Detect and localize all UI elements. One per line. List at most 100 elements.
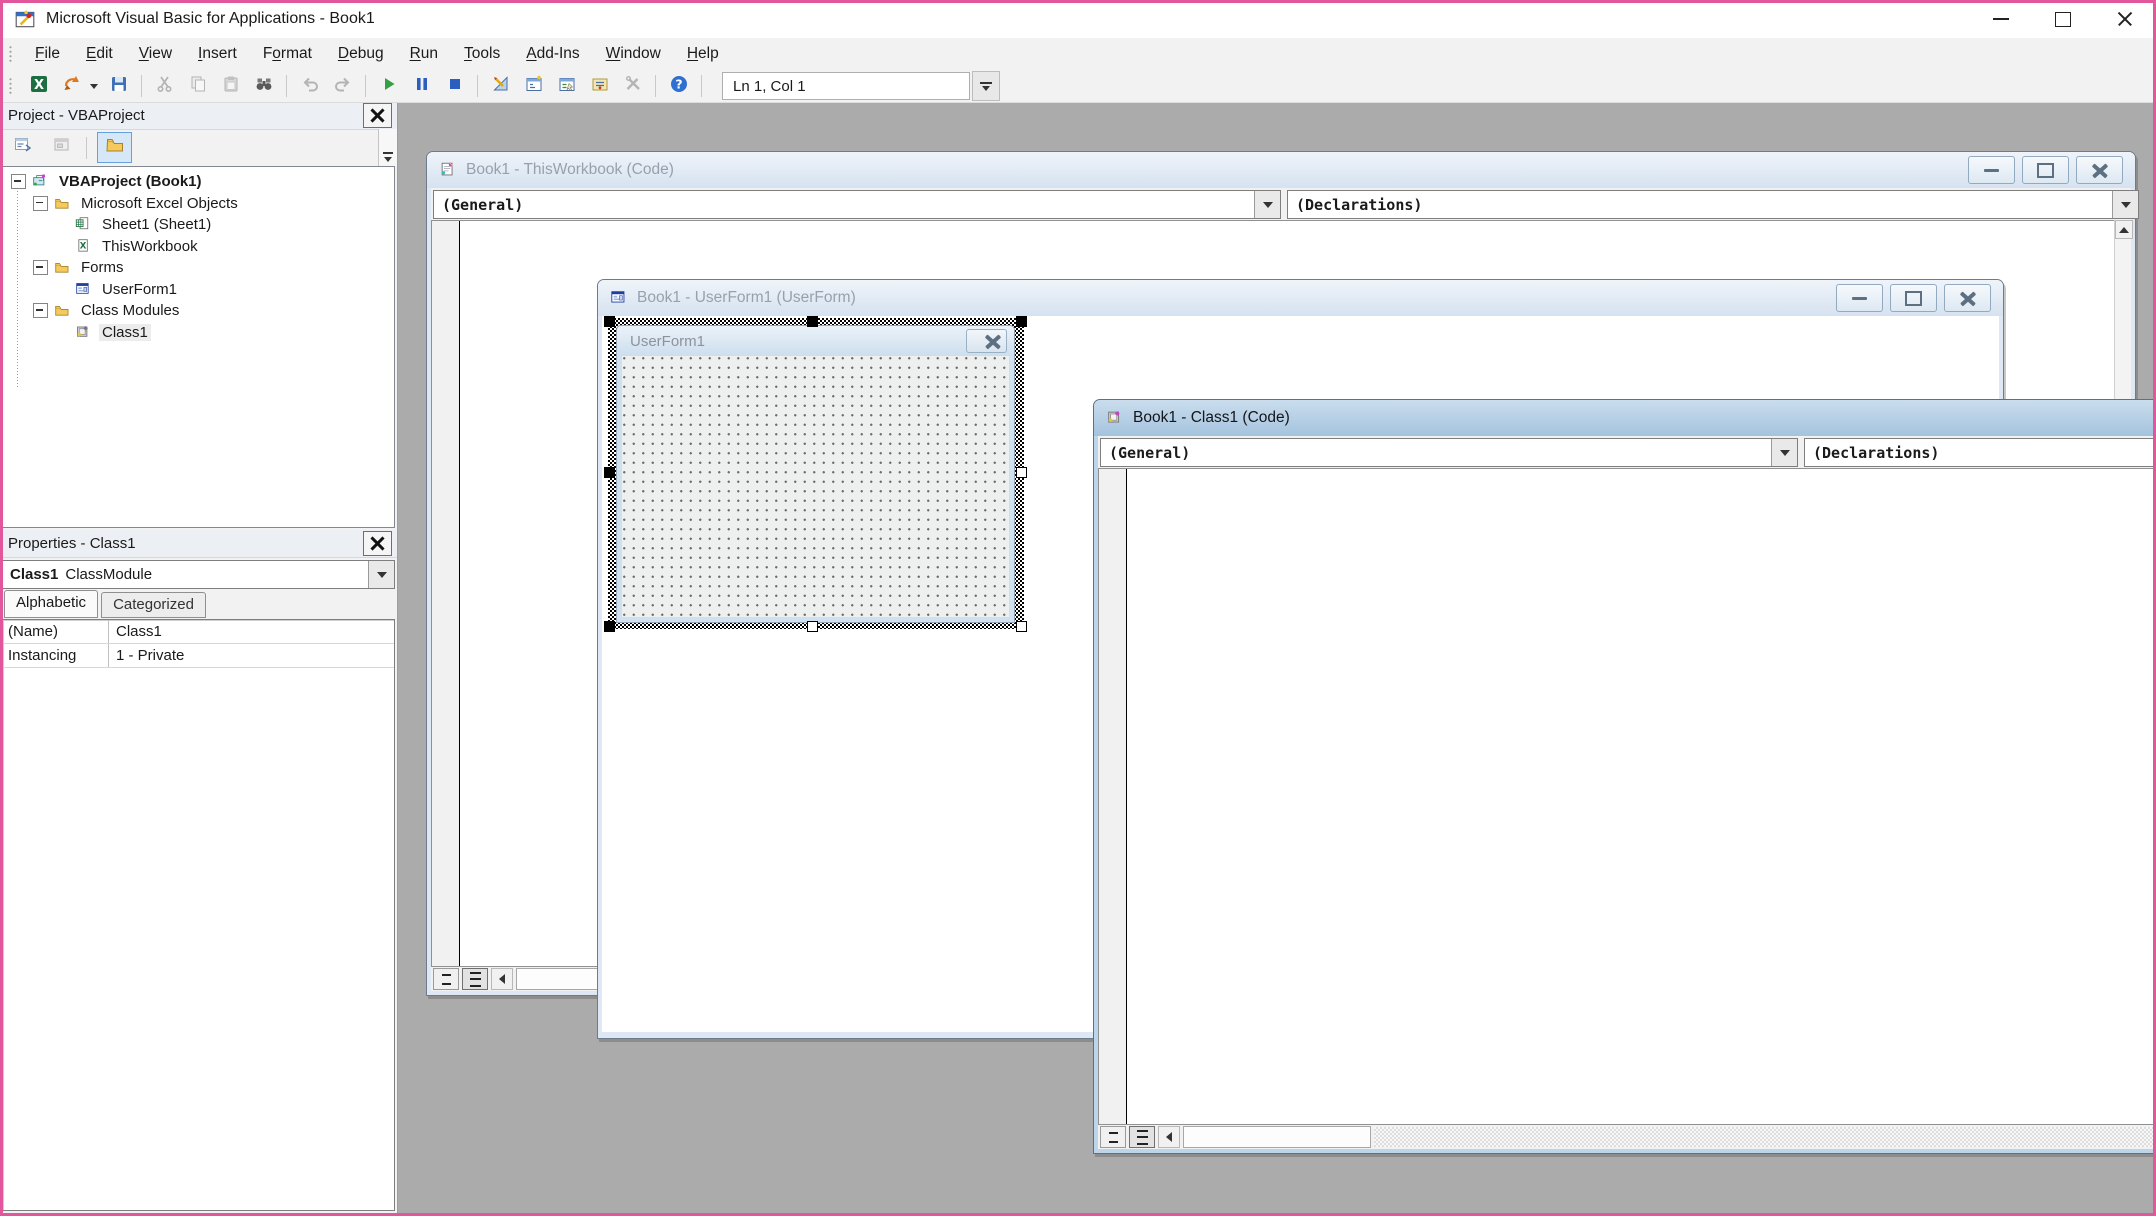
menu-item-view[interactable]: View bbox=[126, 38, 185, 70]
tree-expander-icon[interactable] bbox=[33, 196, 48, 211]
menu-item-file[interactable]: File bbox=[22, 38, 73, 70]
menu-item-debug[interactable]: Debug bbox=[325, 38, 397, 70]
dropdown-arrow-button[interactable] bbox=[368, 561, 394, 588]
tree-item-sheet1-sheet1[interactable]: Sheet1 (Sheet1) bbox=[3, 214, 394, 236]
help-button[interactable]: ? bbox=[665, 73, 692, 99]
toolbox-button[interactable] bbox=[619, 73, 646, 99]
reset-button[interactable] bbox=[441, 73, 468, 99]
resize-handle-bottom-center[interactable] bbox=[807, 621, 818, 632]
tree-item-forms[interactable]: Forms bbox=[3, 257, 394, 279]
resize-handle-middle-left[interactable] bbox=[604, 467, 615, 478]
tree-item-class1[interactable]: Class1 bbox=[3, 322, 394, 344]
procedure-view-button[interactable] bbox=[433, 968, 459, 990]
project-toolbar-overflow-button[interactable] bbox=[378, 129, 397, 166]
thisworkbook-close-button[interactable] bbox=[2076, 156, 2123, 184]
tab-categorized[interactable]: Categorized bbox=[101, 592, 206, 618]
userform-close-button[interactable] bbox=[1944, 284, 1991, 312]
resize-handle-top-right[interactable] bbox=[1016, 316, 1027, 327]
tree-expander-icon[interactable] bbox=[33, 303, 48, 318]
find-button[interactable] bbox=[250, 73, 277, 99]
redo-button[interactable] bbox=[329, 73, 356, 99]
menu-item-window[interactable]: Window bbox=[593, 38, 674, 70]
userform-canvas[interactable]: UserForm1 bbox=[616, 325, 1015, 623]
paste-button[interactable] bbox=[217, 73, 244, 99]
copy-button[interactable] bbox=[184, 73, 211, 99]
property-row-instancing[interactable]: Instancing1 - Private bbox=[3, 644, 394, 668]
menubar-grip-handle[interactable] bbox=[8, 45, 13, 63]
run-button[interactable] bbox=[375, 73, 402, 99]
resize-handle-bottom-right[interactable] bbox=[1016, 621, 1027, 632]
userform-canvas-close-button[interactable] bbox=[966, 329, 1007, 353]
tree-item-vbaproject-book1[interactable]: VBAProject (Book1) bbox=[3, 171, 394, 193]
project-panel-header[interactable]: Project - VBAProject bbox=[0, 102, 397, 130]
full-module-view-button[interactable] bbox=[462, 968, 488, 990]
userform-minimize-button[interactable] bbox=[1836, 284, 1883, 312]
tree-expander-icon[interactable] bbox=[33, 260, 48, 275]
resize-handle-middle-right[interactable] bbox=[1016, 467, 1027, 478]
object-browser-button[interactable] bbox=[586, 73, 613, 99]
project-explorer-button[interactable] bbox=[520, 73, 547, 99]
userform-canvas-titlebar[interactable]: UserForm1 bbox=[617, 326, 1014, 356]
scrollbar-track[interactable] bbox=[1374, 1127, 2156, 1147]
toolbar-options-button[interactable] bbox=[972, 71, 1000, 101]
menu-item-add-ins[interactable]: Add-Ins bbox=[513, 38, 592, 70]
resize-handle-top-center[interactable] bbox=[807, 316, 818, 327]
thisworkbook-titlebar[interactable]: Book1 - ThisWorkbook (Code) bbox=[427, 152, 2135, 188]
scroll-left-button[interactable] bbox=[491, 968, 513, 990]
properties-window-button[interactable] bbox=[553, 73, 580, 99]
insert-userform-button[interactable] bbox=[58, 73, 85, 99]
tree-item-microsoft-excel-objects[interactable]: Microsoft Excel Objects bbox=[3, 193, 394, 215]
cut-button[interactable] bbox=[151, 73, 178, 99]
break-button[interactable] bbox=[408, 73, 435, 99]
scroll-left-button[interactable] bbox=[1158, 1126, 1180, 1148]
procedure-dropdown[interactable]: (Declarations) bbox=[1804, 438, 2156, 467]
property-value[interactable]: Class1 bbox=[109, 623, 394, 640]
tree-item-thisworkbook[interactable]: XThisWorkbook bbox=[3, 236, 394, 258]
class1-titlebar[interactable]: Book1 - Class1 (Code) bbox=[1094, 400, 2156, 436]
object-selector-dropdown[interactable]: Class1 ClassModule bbox=[2, 560, 395, 589]
menu-item-tools[interactable]: Tools bbox=[451, 38, 513, 70]
object-dropdown[interactable]: (General) bbox=[1100, 438, 1798, 467]
userform-window-titlebar[interactable]: Book1 - UserForm1 (UserForm) bbox=[598, 280, 2003, 316]
insert-object-dropdown-button[interactable] bbox=[88, 73, 100, 99]
menu-item-format[interactable]: Format bbox=[250, 38, 325, 70]
save-button[interactable] bbox=[105, 73, 132, 99]
dropdown-arrow-button[interactable] bbox=[1771, 439, 1797, 466]
object-dropdown[interactable]: (General) bbox=[433, 190, 1281, 219]
undo-button[interactable] bbox=[296, 73, 323, 99]
properties-panel-header[interactable]: Properties - Class1 bbox=[0, 530, 397, 558]
procedure-view-button[interactable] bbox=[1100, 1126, 1126, 1148]
view-object-button[interactable] bbox=[45, 133, 78, 162]
property-value[interactable]: 1 - Private bbox=[109, 647, 394, 664]
design-mode-button[interactable] bbox=[487, 73, 514, 99]
tree-item-class-modules[interactable]: Class Modules bbox=[3, 300, 394, 322]
tab-alphabetic[interactable]: Alphabetic bbox=[4, 590, 98, 618]
main-titlebar[interactable]: Microsoft Visual Basic for Applications … bbox=[0, 0, 2156, 38]
full-module-view-button[interactable] bbox=[1129, 1126, 1155, 1148]
dropdown-arrow-button[interactable] bbox=[1254, 191, 1280, 218]
menu-item-run[interactable]: Run bbox=[397, 38, 451, 70]
scrollbar-thumb[interactable] bbox=[1183, 1126, 1371, 1148]
scroll-up-button[interactable] bbox=[2115, 220, 2133, 239]
tree-item-userform1[interactable]: UserForm1 bbox=[3, 279, 394, 301]
menu-item-edit[interactable]: Edit bbox=[73, 38, 126, 70]
project-panel-close-button[interactable] bbox=[363, 103, 392, 128]
procedure-dropdown[interactable]: (Declarations) bbox=[1287, 190, 2139, 219]
thisworkbook-restore-button[interactable] bbox=[2022, 156, 2069, 184]
code-editor-class1[interactable] bbox=[1098, 468, 2156, 1125]
toggle-folders-button[interactable] bbox=[97, 132, 132, 163]
resize-handle-bottom-left[interactable] bbox=[604, 621, 615, 632]
userform-restore-button[interactable] bbox=[1890, 284, 1937, 312]
tree-expander-icon[interactable] bbox=[11, 174, 26, 189]
maximize-button[interactable] bbox=[2032, 0, 2094, 38]
menu-item-help[interactable]: Help bbox=[674, 38, 732, 70]
thisworkbook-minimize-button[interactable] bbox=[1968, 156, 2015, 184]
userform-grid-surface[interactable] bbox=[622, 356, 1009, 617]
close-button[interactable] bbox=[2094, 0, 2156, 38]
minimize-button[interactable] bbox=[1970, 0, 2032, 38]
menu-item-insert[interactable]: Insert bbox=[185, 38, 250, 70]
properties-panel-close-button[interactable] bbox=[363, 531, 392, 556]
resize-handle-top-left[interactable] bbox=[604, 316, 615, 327]
dropdown-arrow-button[interactable] bbox=[2112, 191, 2138, 218]
view-code-button[interactable] bbox=[6, 133, 39, 162]
